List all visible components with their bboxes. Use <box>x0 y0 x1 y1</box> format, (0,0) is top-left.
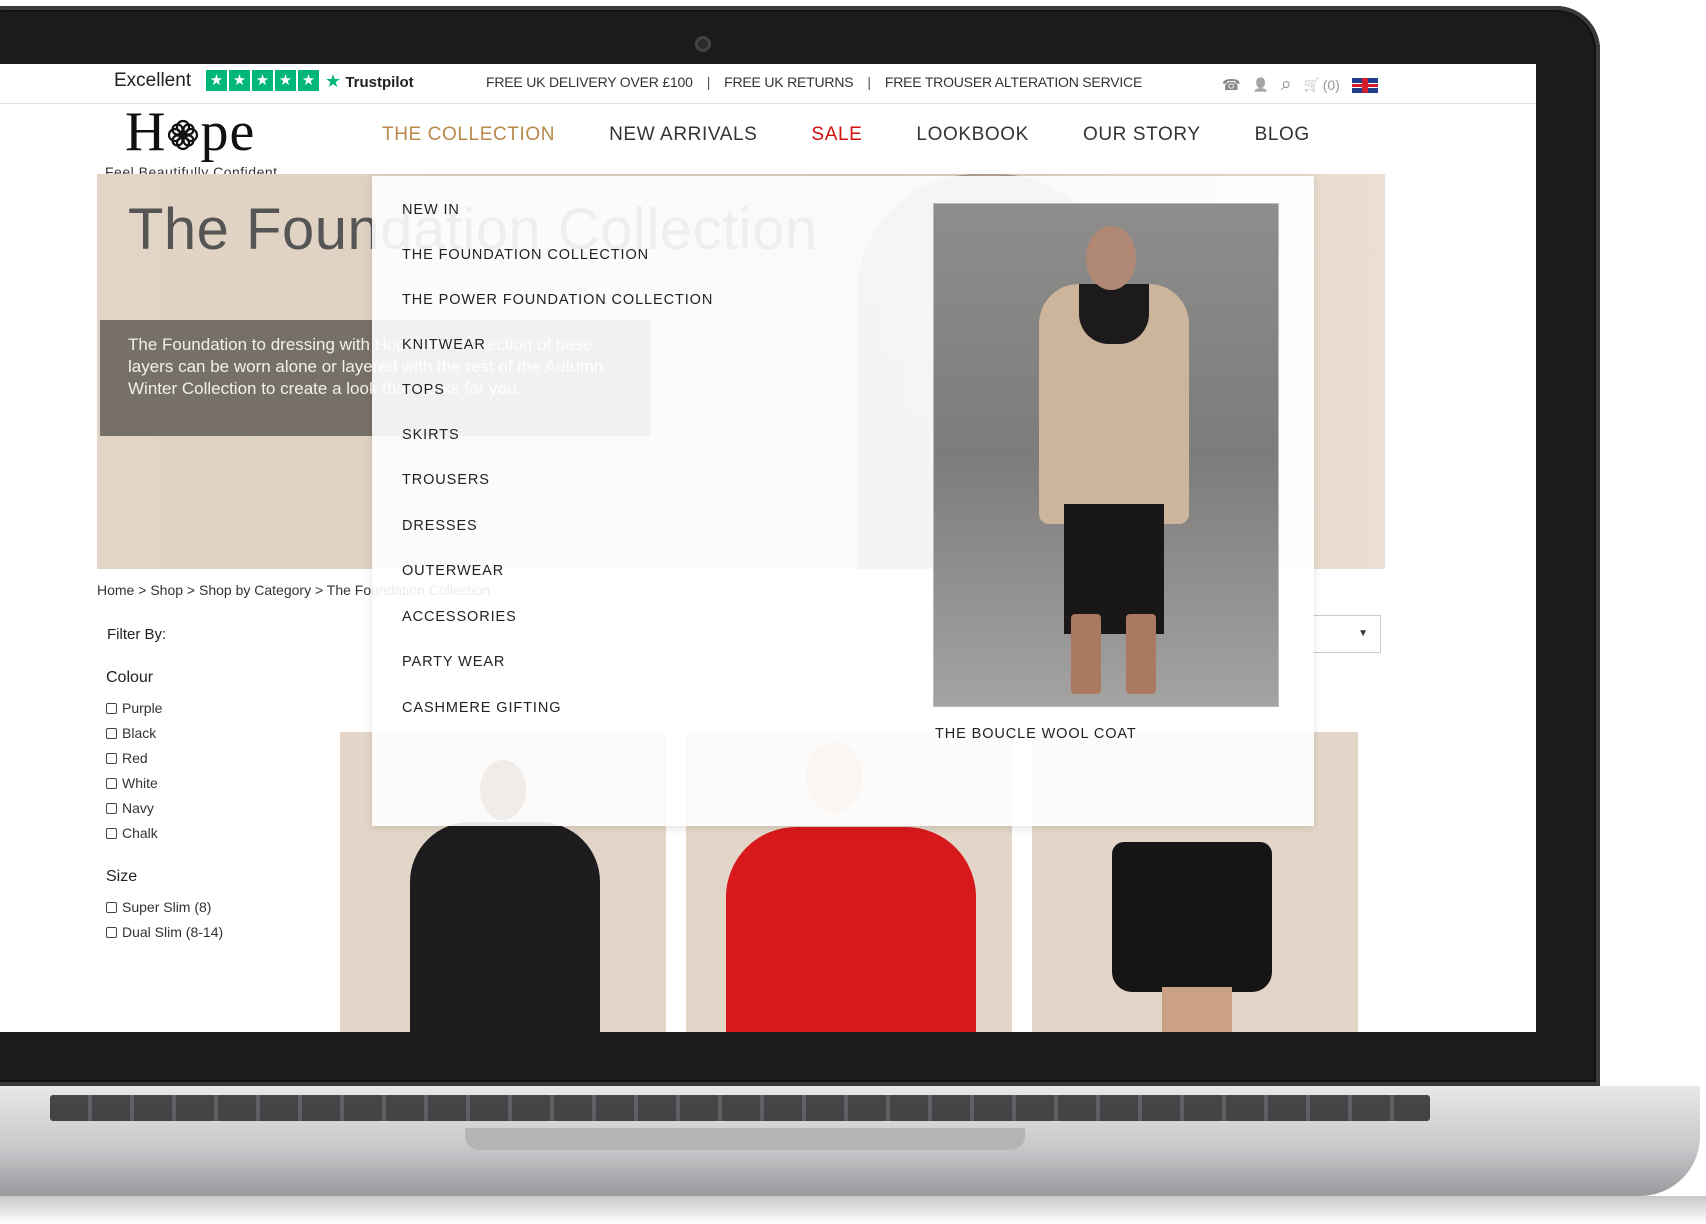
checkbox[interactable] <box>106 802 117 814</box>
trustpilot-rating-word: Excellent <box>114 70 192 91</box>
filter-option-label: Dual Slim (8-14) <box>122 924 224 940</box>
product-image <box>1112 842 1272 992</box>
breadcrumb-separator: > <box>138 582 147 598</box>
nav-lookbook[interactable]: LOOKBOOK <box>916 124 1029 146</box>
nav-sale[interactable]: SALE <box>811 124 862 146</box>
product-image <box>726 827 976 1032</box>
keyboard <box>50 1095 1430 1121</box>
filter-option-label: Red <box>122 750 148 766</box>
breadcrumb-category[interactable]: Shop by Category <box>199 582 311 598</box>
menu-item-dresses[interactable]: DRESSES <box>402 518 478 534</box>
menu-item-outerwear[interactable]: OUTERWEAR <box>402 563 504 579</box>
nav-new-arrivals[interactable]: NEW ARRIVALS <box>609 124 757 146</box>
menu-item-accessories[interactable]: ACCESSORIES <box>402 609 517 625</box>
uk-flag-icon[interactable] <box>1351 77 1378 93</box>
filter-group-colour: Colour <box>106 669 154 686</box>
product-image <box>410 822 600 1032</box>
logo-text-end: pe <box>200 101 256 163</box>
laptop-shadow <box>0 1196 1706 1224</box>
trustpilot-star-icon: ★ <box>275 70 296 91</box>
trustpilot-brand: Trustpilot <box>345 74 414 91</box>
promo-alterations: FREE TROUSER ALTERATION SERVICE <box>884 74 1143 90</box>
promo-separator: | <box>867 74 871 90</box>
trustpilot-star-icon: ★ <box>206 70 227 91</box>
main-navigation: THE COLLECTION NEW ARRIVALS SALE LOOKBOO… <box>382 124 1364 146</box>
filter-colour-white[interactable]: White <box>106 775 158 791</box>
filter-option-label: Chalk <box>122 825 158 841</box>
promo-separator: | <box>706 74 711 90</box>
checkbox[interactable] <box>106 727 117 739</box>
checkbox[interactable] <box>106 777 117 789</box>
breadcrumb-separator: > <box>314 582 324 598</box>
chevron-down-icon: ▼ <box>1358 628 1368 639</box>
cart-icon: 🛒 <box>1303 77 1320 92</box>
filter-option-label: Super Slim (8) <box>122 899 212 915</box>
menu-item-trousers[interactable]: TROUSERS <box>402 472 490 488</box>
menu-item-power-foundation[interactable]: THE POWER FOUNDATION COLLECTION <box>402 292 713 308</box>
trustpilot-stars[interactable]: ★ ★ ★ ★ ★ <box>206 70 319 91</box>
model-head <box>1086 226 1136 290</box>
filter-option-label: Purple <box>122 700 163 716</box>
promo-returns: FREE UK RETURNS <box>724 74 854 90</box>
breadcrumb-separator: > <box>186 582 196 598</box>
menu-item-cashmere-gifting[interactable]: CASHMERE GIFTING <box>402 700 561 716</box>
checkbox[interactable] <box>106 901 117 913</box>
nav-the-collection[interactable]: THE COLLECTION <box>382 124 555 146</box>
trustpilot-star-icon: ★ <box>325 71 342 91</box>
product-model-legs <box>1162 987 1232 1032</box>
flower-logo-icon <box>166 102 200 151</box>
top-bar: Excellent ★ ★ ★ ★ ★ ★ Trustpilot FREE UK DEL… <box>0 64 1536 104</box>
webcam <box>695 36 711 52</box>
checkbox[interactable] <box>106 926 117 938</box>
coat-collar <box>1079 284 1149 344</box>
promo-delivery: FREE UK DELIVERY OVER £100 <box>486 74 693 90</box>
filter-colour-red[interactable]: Red <box>106 750 148 766</box>
model-boot <box>1126 614 1156 694</box>
featured-product-caption[interactable]: THE BOUCLE WOOL COAT <box>935 726 1137 742</box>
logo-text-start: H <box>125 101 167 163</box>
filter-size-super-slim[interactable]: Super Slim (8) <box>106 899 211 915</box>
checkbox[interactable] <box>106 827 117 839</box>
menu-item-skirts[interactable]: SKIRTS <box>402 427 460 443</box>
filter-option-label: White <box>122 775 158 791</box>
trustpilot-star-icon: ★ <box>298 70 319 91</box>
menu-item-new-in[interactable]: NEW IN <box>402 202 460 218</box>
breadcrumb-shop[interactable]: Shop <box>150 582 183 598</box>
breadcrumb-home[interactable]: Home <box>97 582 134 598</box>
featured-product-image[interactable] <box>933 203 1279 707</box>
filter-colour-purple[interactable]: Purple <box>106 700 162 716</box>
filter-option-label: Black <box>122 725 157 741</box>
menu-item-tops[interactable]: TOPS <box>402 382 445 398</box>
menu-item-party-wear[interactable]: PARTY WEAR <box>402 654 505 670</box>
site-logo[interactable]: H pe <box>125 100 255 164</box>
filter-colour-black[interactable]: Black <box>106 725 156 741</box>
trustpilot-star-icon: ★ <box>229 70 250 91</box>
filter-size-dual-slim[interactable]: Dual Slim (8-14) <box>106 924 223 940</box>
checkbox[interactable] <box>106 752 117 764</box>
search-icon[interactable]: ⌕ <box>1281 74 1292 96</box>
promo-banner: FREE UK DELIVERY OVER £100 | FREE UK RET… <box>486 74 1142 90</box>
user-icon[interactable]: 👤 <box>1253 77 1269 93</box>
trustpilot-logo[interactable]: ★ Trustpilot <box>325 71 414 92</box>
phone-icon[interactable]: ☎ <box>1222 76 1241 94</box>
menu-item-knitwear[interactable]: KNITWEAR <box>402 337 486 353</box>
trackpad-notch <box>465 1128 1025 1150</box>
filter-title: Filter By: <box>107 626 167 643</box>
filter-colour-navy[interactable]: Navy <box>106 800 154 816</box>
filter-option-label: Navy <box>122 800 154 816</box>
nav-our-story[interactable]: OUR STORY <box>1083 124 1201 146</box>
utility-icons: ☎ 👤 ⌕ 🛒 (0) <box>1222 74 1378 96</box>
collection-mega-menu: NEW IN THE FOUNDATION COLLECTION THE POW… <box>372 176 1314 826</box>
checkbox[interactable] <box>106 702 117 714</box>
nav-blog[interactable]: BLOG <box>1255 124 1310 146</box>
menu-item-foundation[interactable]: THE FOUNDATION COLLECTION <box>402 247 649 263</box>
filter-colour-chalk[interactable]: Chalk <box>106 825 158 841</box>
filter-group-size: Size <box>106 868 138 885</box>
cart-count: (0) <box>1322 77 1340 93</box>
model-boot <box>1071 614 1101 694</box>
trustpilot-star-icon: ★ <box>252 70 273 91</box>
cart-button[interactable]: 🛒 (0) <box>1304 77 1340 93</box>
browser-screen: Excellent ★ ★ ★ ★ ★ ★ Trustpilot FREE UK DEL… <box>0 64 1536 1032</box>
